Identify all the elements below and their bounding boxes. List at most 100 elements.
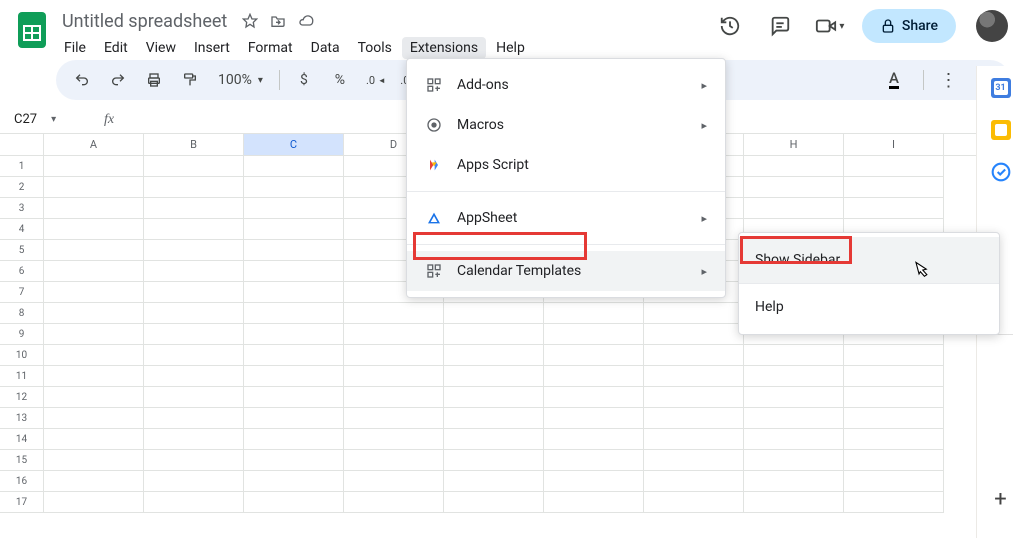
cell[interactable] <box>44 303 144 324</box>
cell[interactable] <box>344 450 444 471</box>
cell[interactable] <box>544 450 644 471</box>
cell[interactable] <box>744 471 844 492</box>
print-button[interactable] <box>142 68 166 92</box>
cell[interactable] <box>444 408 544 429</box>
cell[interactable] <box>144 324 244 345</box>
cell[interactable] <box>644 408 744 429</box>
cell[interactable] <box>844 156 944 177</box>
cell[interactable] <box>544 345 644 366</box>
text-color-button[interactable]: A <box>889 71 899 89</box>
decrease-decimal[interactable]: .0 ◄ <box>364 68 388 92</box>
currency-button[interactable]: $ <box>292 68 316 92</box>
cell[interactable] <box>844 366 944 387</box>
cell[interactable] <box>544 429 644 450</box>
col-header-C[interactable]: C <box>244 134 344 155</box>
cell[interactable] <box>244 198 344 219</box>
history-icon[interactable] <box>712 8 748 44</box>
col-header-I[interactable]: I <box>844 134 944 155</box>
cell[interactable] <box>744 156 844 177</box>
cell[interactable] <box>444 471 544 492</box>
cell[interactable] <box>44 366 144 387</box>
cell[interactable] <box>644 429 744 450</box>
row-header[interactable]: 15 <box>0 450 44 471</box>
cell[interactable] <box>444 492 544 513</box>
cell[interactable] <box>44 261 144 282</box>
cell[interactable] <box>644 387 744 408</box>
cell[interactable] <box>744 177 844 198</box>
cell[interactable] <box>444 345 544 366</box>
menu-insert[interactable]: Insert <box>186 37 238 59</box>
fx-icon[interactable]: fx <box>104 112 114 128</box>
name-box[interactable]: C27 ▾ <box>14 112 72 127</box>
cell[interactable] <box>244 240 344 261</box>
cell[interactable] <box>744 366 844 387</box>
cell[interactable] <box>144 450 244 471</box>
cell[interactable] <box>644 366 744 387</box>
menu-view[interactable]: View <box>138 37 184 59</box>
row-header[interactable]: 9 <box>0 324 44 345</box>
tasks-app-icon[interactable] <box>991 162 1011 182</box>
cell[interactable] <box>344 492 444 513</box>
cell[interactable] <box>644 471 744 492</box>
cell[interactable] <box>244 387 344 408</box>
cell[interactable] <box>244 303 344 324</box>
cell[interactable] <box>744 408 844 429</box>
row-header[interactable]: 7 <box>0 282 44 303</box>
cell[interactable] <box>244 177 344 198</box>
cell[interactable] <box>344 471 444 492</box>
cell[interactable] <box>144 261 244 282</box>
zoom-select[interactable]: 100% ▾ <box>214 68 267 92</box>
cell[interactable] <box>44 282 144 303</box>
cell[interactable] <box>44 324 144 345</box>
comments-icon[interactable] <box>762 8 798 44</box>
col-header-H[interactable]: H <box>744 134 844 155</box>
cell[interactable] <box>144 492 244 513</box>
row-header[interactable]: 10 <box>0 345 44 366</box>
cell[interactable] <box>244 366 344 387</box>
cell[interactable] <box>144 198 244 219</box>
cell[interactable] <box>244 471 344 492</box>
ext-add-ons[interactable]: Add-ons▸ <box>407 65 725 105</box>
menu-data[interactable]: Data <box>303 37 348 59</box>
cell[interactable] <box>344 303 444 324</box>
ext-apps-script[interactable]: Apps Script <box>407 145 725 185</box>
menu-edit[interactable]: Edit <box>96 37 136 59</box>
cell[interactable] <box>344 387 444 408</box>
cell[interactable] <box>844 492 944 513</box>
cell[interactable] <box>144 240 244 261</box>
cell[interactable] <box>44 450 144 471</box>
row-header[interactable]: 5 <box>0 240 44 261</box>
cell[interactable] <box>244 156 344 177</box>
share-button[interactable]: Share <box>862 9 956 43</box>
cell[interactable] <box>144 345 244 366</box>
col-header-B[interactable]: B <box>144 134 244 155</box>
row-header[interactable]: 13 <box>0 408 44 429</box>
row-header[interactable]: 14 <box>0 429 44 450</box>
cell[interactable] <box>444 429 544 450</box>
cell[interactable] <box>244 261 344 282</box>
cell[interactable] <box>344 324 444 345</box>
percent-button[interactable]: % <box>328 68 352 92</box>
ext-appsheet[interactable]: AppSheet▸ <box>407 198 725 238</box>
row-header[interactable]: 1 <box>0 156 44 177</box>
cell[interactable] <box>244 219 344 240</box>
cell[interactable] <box>44 198 144 219</box>
menu-file[interactable]: File <box>56 37 94 59</box>
cell[interactable] <box>144 282 244 303</box>
cell[interactable] <box>44 156 144 177</box>
cell[interactable] <box>44 345 144 366</box>
cell[interactable] <box>844 177 944 198</box>
cell[interactable] <box>544 324 644 345</box>
row-header[interactable]: 4 <box>0 219 44 240</box>
cell[interactable] <box>44 429 144 450</box>
cell[interactable] <box>644 303 744 324</box>
row-header[interactable]: 16 <box>0 471 44 492</box>
ext-calendar-templates[interactable]: Calendar Templates▸ <box>407 251 725 291</box>
row-header[interactable]: 6 <box>0 261 44 282</box>
cell[interactable] <box>644 450 744 471</box>
cell[interactable] <box>744 387 844 408</box>
cell[interactable] <box>44 240 144 261</box>
menu-format[interactable]: Format <box>240 37 301 59</box>
cell[interactable] <box>144 303 244 324</box>
row-header[interactable]: 11 <box>0 366 44 387</box>
